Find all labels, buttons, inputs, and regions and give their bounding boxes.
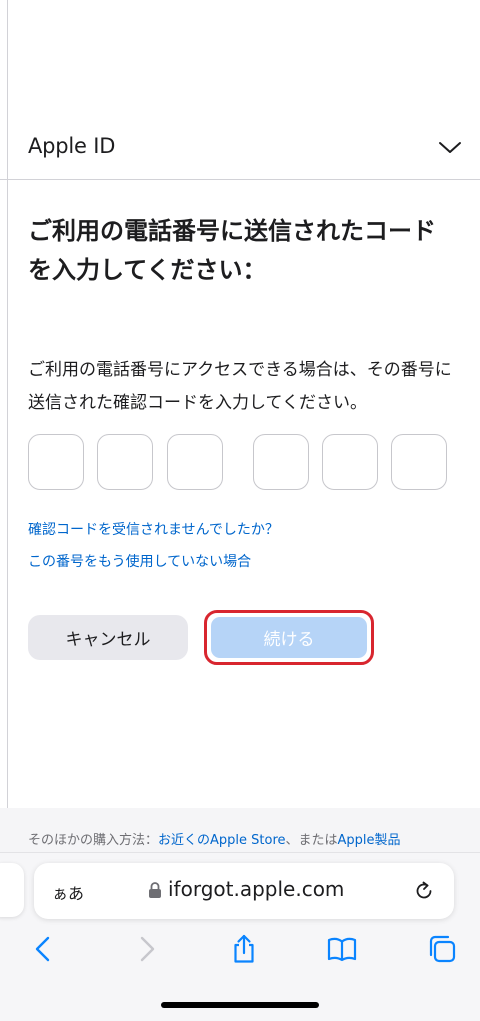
browser-toolbar: ぁあ iforgot.apple.com <box>0 852 480 1021</box>
code-digit-4-input[interactable] <box>253 434 309 490</box>
code-digit-5-input[interactable] <box>322 434 378 490</box>
description-text: ご利用の電話番号にアクセスできる場合は、その番号に送信された確認コードを入力して… <box>28 360 452 413</box>
footer-middle: 、または <box>285 833 338 848</box>
continue-button[interactable]: 続ける <box>211 617 367 658</box>
url-text[interactable]: iforgot.apple.com <box>168 877 344 901</box>
reload-icon[interactable] <box>412 879 436 903</box>
page-title: ご利用の電話番号に送信されたコードを入力してください： <box>28 217 436 284</box>
tabs-icon[interactable] <box>426 933 458 965</box>
code-digit-1-input[interactable] <box>28 434 84 490</box>
number-no-longer-used-link[interactable]: この番号をもう使用していない場合 <box>28 551 251 571</box>
apple-products-link[interactable]: Apple製品 <box>338 833 401 848</box>
chevron-down-icon[interactable] <box>438 138 462 156</box>
back-icon[interactable] <box>28 933 60 965</box>
lock-icon <box>149 882 161 898</box>
cancel-button[interactable]: キャンセル <box>28 615 188 660</box>
page-settings-button[interactable]: ぁあ <box>52 880 84 904</box>
nearby-apple-store-link[interactable]: お近くのApple Store <box>158 833 286 848</box>
footer-text: そのほかの購入方法：お近くのApple Store、またはApple製品 <box>28 829 480 848</box>
footer-prefix: そのほかの購入方法： <box>28 833 159 848</box>
address-bar[interactable]: ぁあ iforgot.apple.com <box>34 863 454 919</box>
forward-icon[interactable] <box>130 933 162 965</box>
apple-id-header[interactable]: Apple ID <box>0 118 480 180</box>
code-digit-3-input[interactable] <box>167 434 223 490</box>
share-icon[interactable] <box>228 933 260 965</box>
code-digit-6-input[interactable] <box>391 434 447 490</box>
code-not-received-link[interactable]: 確認コードを受信されませんでしたか？ <box>28 519 279 539</box>
previous-tab-preview[interactable] <box>0 863 24 917</box>
bookmarks-icon[interactable] <box>326 933 358 965</box>
header-title: Apple ID <box>28 134 116 158</box>
continue-button-highlight: 続ける <box>204 610 374 665</box>
home-indicator <box>161 1002 319 1008</box>
code-digit-2-input[interactable] <box>97 434 153 490</box>
